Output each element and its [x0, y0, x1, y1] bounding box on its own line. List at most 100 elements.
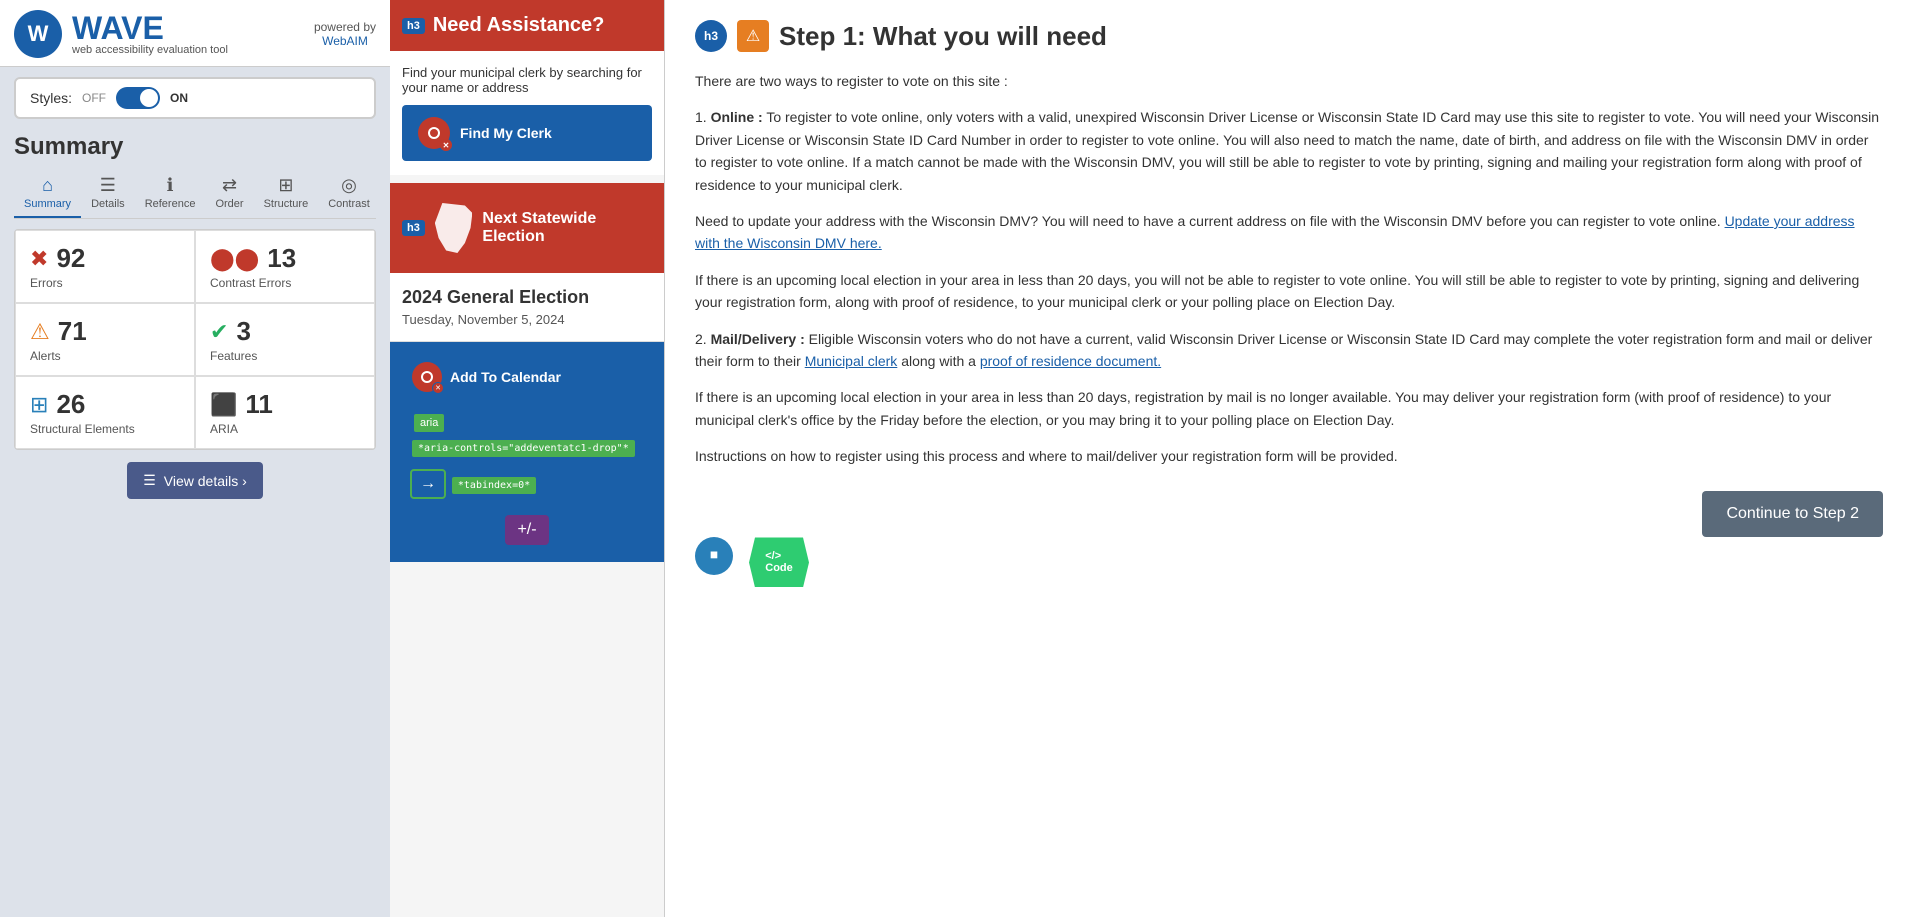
- need-assistance-body: Find your municipal clerk by searching f…: [390, 51, 664, 175]
- tab-summary[interactable]: ⌂ Summary: [14, 169, 81, 218]
- aria-label: ARIA: [210, 422, 238, 436]
- aria-controls-badge: *aria-controls="addeventatc1-drop"*: [412, 440, 635, 457]
- mail-delivery-bold: Mail/Delivery :: [711, 331, 805, 347]
- tab-contrast[interactable]: ◎ Contrast: [318, 169, 380, 218]
- contrast-count: 13: [267, 243, 296, 274]
- stat-structural: ⊞ 26 Structural Elements: [15, 376, 195, 449]
- tab-order[interactable]: ⇄ Order: [205, 169, 253, 218]
- errors-count: 92: [56, 243, 85, 274]
- wave-header: W WAVE web accessibility evaluation tool…: [0, 0, 390, 67]
- mail-registration-paragraph: If there is an upcoming local election i…: [695, 386, 1883, 431]
- aria-icon: ⬛: [210, 392, 237, 418]
- left-panel: W WAVE web accessibility evaluation tool…: [0, 0, 390, 917]
- step-title: Step 1: What you will need: [779, 21, 1107, 52]
- p4-number: 2.: [695, 331, 707, 347]
- election-info: 2024 General Election Tuesday, November …: [390, 273, 664, 342]
- structure-icon: ⊞: [278, 175, 293, 196]
- aria-count: 11: [245, 389, 273, 420]
- mail-delivery-paragraph: 2. Mail/Delivery : Eligible Wisconsin vo…: [695, 328, 1883, 373]
- alerts-label: Alerts: [30, 349, 61, 363]
- dmv-update-paragraph: Need to update your address with the Wis…: [695, 210, 1883, 255]
- warning-badge: ⚠: [737, 20, 769, 52]
- contrast-label: Contrast Errors: [210, 276, 291, 290]
- contrast-error-icon: ⬤⬤: [210, 246, 259, 272]
- election-name: 2024 General Election: [402, 287, 652, 308]
- stat-features: ✔ 3 Features: [195, 303, 375, 376]
- election-warning-paragraph: If there is an upcoming local election i…: [695, 269, 1883, 314]
- tab-structure[interactable]: ⊞ Structure: [254, 169, 319, 218]
- list-icon: ☰: [100, 175, 116, 196]
- stats-grid: ✖ 92 Errors ⬤⬤ 13 Contrast Errors ⚠ 71 A…: [14, 229, 376, 450]
- find-clerk-icon: [418, 117, 450, 149]
- add-calendar-icon: [412, 362, 442, 392]
- code-hex: </>Code: [749, 537, 809, 587]
- alert-icon: ⚠: [30, 319, 50, 345]
- h3-circle-step: h3: [695, 20, 727, 52]
- features-count: 3: [236, 316, 250, 347]
- tabindex-badge: *tabindex=0*: [452, 477, 536, 494]
- summary-title: Summary: [14, 133, 376, 161]
- wave-title: WAVE: [72, 12, 228, 44]
- online-text: To register to vote online, only voters …: [695, 109, 1879, 192]
- arrow-button[interactable]: →: [410, 469, 446, 499]
- summary-section: Summary ⌂ Summary ☰ Details ℹ Reference …: [0, 129, 390, 499]
- plus-minus-btn[interactable]: +/-: [505, 515, 548, 545]
- styles-toggle[interactable]: [116, 87, 160, 109]
- intro-text: There are two ways to register to vote o…: [695, 70, 1883, 92]
- features-label: Features: [210, 349, 257, 363]
- h3-badge-assistance: h3: [402, 18, 425, 34]
- structural-count: 26: [56, 389, 85, 420]
- right-panel: h3 ⚠ Step 1: What you will need There ar…: [665, 0, 1913, 917]
- toggle-off-label: OFF: [82, 91, 106, 105]
- tab-details[interactable]: ☰ Details: [81, 169, 135, 218]
- online-paragraph: 1. Online : To register to vote online, …: [695, 106, 1883, 196]
- aria-badge: aria: [414, 414, 444, 432]
- tabindex-area: → *tabindex=0*: [402, 465, 652, 503]
- proof-of-residence-link[interactable]: proof of residence document.: [980, 353, 1161, 369]
- step-header: h3 ⚠ Step 1: What you will need: [695, 20, 1883, 52]
- alerts-count: 71: [58, 316, 87, 347]
- feature-icon: ✔: [210, 319, 228, 345]
- middle-panel: h3 Need Assistance? Find your municipal …: [390, 0, 665, 917]
- view-details-button[interactable]: ☰ View details ›: [127, 462, 263, 499]
- need-assistance-section: h3 Need Assistance? Find your municipal …: [390, 0, 664, 175]
- order-icon: ⇄: [222, 175, 237, 196]
- stat-contrast: ⬤⬤ 13 Contrast Errors: [195, 230, 375, 303]
- stat-errors: ✖ 92 Errors: [15, 230, 195, 303]
- wave-title-block: WAVE web accessibility evaluation tool: [72, 12, 228, 56]
- wave-powered: powered by WebAIM: [314, 20, 376, 48]
- election-date: Tuesday, November 5, 2024: [402, 312, 652, 327]
- nav-tabs: ⌂ Summary ☰ Details ℹ Reference ⇄ Order …: [14, 169, 376, 219]
- next-election-section: h3 Next Statewide Election: [390, 183, 664, 273]
- errors-label: Errors: [30, 276, 63, 290]
- stat-alerts: ⚠ 71 Alerts: [15, 303, 195, 376]
- tab-reference[interactable]: ℹ Reference: [135, 169, 206, 218]
- online-bold: Online :: [711, 109, 763, 125]
- next-election-title: Next Statewide Election: [482, 210, 652, 246]
- add-calendar-btn-area[interactable]: Add To Calendar: [402, 352, 652, 402]
- structural-label: Structural Elements: [30, 422, 135, 436]
- find-clerk-button[interactable]: Find My Clerk: [402, 105, 652, 161]
- need-assistance-title: Need Assistance?: [433, 14, 605, 37]
- continue-to-step2-button[interactable]: Continue to Step 2: [1702, 491, 1883, 537]
- add-calendar-section: Add To Calendar aria *aria-controls="add…: [390, 342, 664, 562]
- stat-aria: ⬛ 11 ARIA: [195, 376, 375, 449]
- wave-logo: W: [14, 10, 62, 58]
- bottom-icons: ⏹ </>Code: [695, 537, 1883, 587]
- error-icon: ✖: [30, 246, 48, 272]
- aria-overlay-area: aria *aria-controls="addeventatc1-drop"*: [402, 402, 652, 465]
- h3-badge-election: h3: [402, 220, 425, 236]
- content-body: There are two ways to register to vote o…: [695, 70, 1883, 467]
- toggle-knob: [140, 89, 158, 107]
- p1-number: 1.: [695, 109, 707, 125]
- view-details-icon: ☰: [143, 472, 156, 489]
- structural-icon: ⊞: [30, 392, 48, 418]
- home-icon: ⌂: [42, 175, 53, 196]
- plus-minus-area: +/-: [402, 503, 652, 551]
- municipal-clerk-link[interactable]: Municipal clerk: [805, 353, 898, 369]
- styles-label: Styles:: [30, 90, 72, 106]
- webaim-link[interactable]: WebAIM: [322, 34, 368, 48]
- instructions-paragraph: Instructions on how to register using th…: [695, 445, 1883, 467]
- need-assistance-header: h3 Need Assistance?: [390, 0, 664, 51]
- circle-icon-1: ⏹: [695, 537, 733, 575]
